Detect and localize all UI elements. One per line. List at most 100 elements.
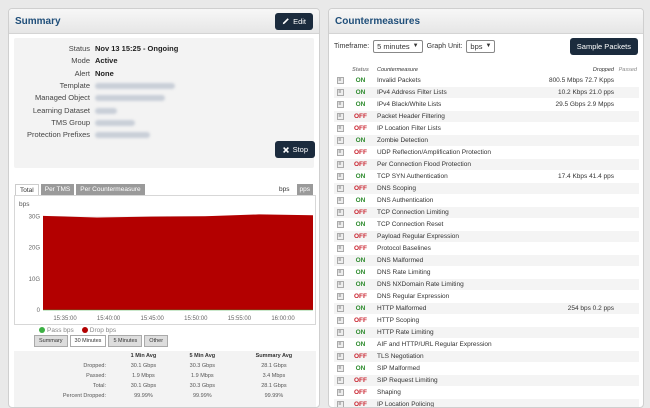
countermeasure-row[interactable]: ≡ ON TCP Connection Reset	[334, 219, 639, 231]
countermeasure-row[interactable]: ≡ OFF Packet Header Filtering	[334, 111, 639, 123]
countermeasure-row[interactable]: ≡ ON HTTP Rate Limiting	[334, 327, 639, 339]
countermeasure-row[interactable]: ≡ OFF TLS Negotiation	[334, 351, 639, 363]
range-button[interactable]: Other	[144, 335, 169, 347]
stop-button[interactable]: Stop	[274, 141, 315, 158]
status-badge[interactable]: ON	[346, 305, 375, 312]
expand-icon[interactable]: ≡	[336, 89, 344, 96]
countermeasure-row[interactable]: ≡ OFF HTTP Scoping	[334, 315, 639, 327]
countermeasure-row[interactable]: ≡ OFF Protocol Baselines	[334, 243, 639, 255]
expand-icon[interactable]: ≡	[336, 257, 344, 264]
countermeasure-row[interactable]: ≡ OFF IP Location Policing	[334, 399, 639, 407]
countermeasure-row[interactable]: ≡ ON DNS NXDomain Rate Limiting	[334, 279, 639, 291]
expand-icon[interactable]: ≡	[336, 377, 344, 384]
expand-icon[interactable]: ≡	[336, 233, 344, 240]
expand-icon[interactable]: ≡	[336, 101, 344, 108]
status-badge[interactable]: ON	[346, 341, 375, 348]
countermeasure-row[interactable]: ≡ OFF Per Connection Flood Protection	[334, 159, 639, 171]
expand-icon[interactable]: ≡	[336, 209, 344, 216]
status-badge[interactable]: OFF	[346, 245, 375, 252]
countermeasure-row[interactable]: ≡ ON IPv4 Address Filter Lists 10.2 Kbps 21…	[334, 87, 639, 99]
countermeasure-row[interactable]: ≡ ON Invalid Packets 800.5 Mbps 72.7 Kpps	[334, 75, 639, 87]
expand-icon[interactable]: ≡	[336, 329, 344, 336]
status-badge[interactable]: OFF	[346, 389, 375, 396]
status-badge[interactable]: ON	[346, 257, 375, 264]
status-badge[interactable]: OFF	[346, 113, 375, 120]
expand-icon[interactable]: ≡	[336, 353, 344, 360]
expand-icon[interactable]: ≡	[336, 149, 344, 156]
expand-icon[interactable]: ≡	[336, 185, 344, 192]
countermeasure-name: SIP Request Limiting	[377, 377, 438, 384]
graph-unit-select[interactable]: bps ▼	[466, 39, 496, 53]
expand-icon[interactable]: ≡	[336, 137, 344, 144]
countermeasure-row[interactable]: ≡ ON SIP Malformed	[334, 363, 639, 375]
status-badge[interactable]: OFF	[346, 161, 375, 168]
unit-tab[interactable]: bps	[276, 184, 292, 195]
timeframe-select[interactable]: 5 minutes ▼	[373, 39, 423, 53]
stats-cell: 30.1 Gbps	[130, 363, 157, 369]
status-badge[interactable]: ON	[346, 329, 375, 336]
countermeasure-row[interactable]: ≡ OFF TCP Connection Limiting	[334, 207, 639, 219]
status-badge[interactable]: ON	[346, 89, 375, 96]
legend-item[interactable]: Pass bps	[39, 327, 74, 334]
status-badge[interactable]: ON	[346, 173, 375, 180]
countermeasure-row[interactable]: ≡ ON DNS Authentication	[334, 195, 639, 207]
expand-icon[interactable]: ≡	[336, 389, 344, 396]
legend-item[interactable]: Drop bps	[81, 327, 116, 334]
countermeasure-row[interactable]: ≡ OFF IP Location Filter Lists	[334, 123, 639, 135]
countermeasure-row[interactable]: ≡ ON Zombie Detection	[334, 135, 639, 147]
status-badge[interactable]: ON	[346, 365, 375, 372]
status-badge[interactable]: ON	[346, 77, 375, 84]
expand-icon[interactable]: ≡	[336, 245, 344, 252]
countermeasure-row[interactable]: ≡ OFF DNS Regular Expression	[334, 291, 639, 303]
stats-cell: 3.4 Mbps	[262, 373, 286, 379]
expand-icon[interactable]: ≡	[336, 341, 344, 348]
status-badge[interactable]: ON	[346, 101, 375, 108]
expand-icon[interactable]: ≡	[336, 197, 344, 204]
countermeasure-row[interactable]: ≡ OFF Payload Regular Expression	[334, 231, 639, 243]
countermeasure-row[interactable]: ≡ ON DNS Malformed	[334, 255, 639, 267]
expand-icon[interactable]: ≡	[336, 293, 344, 300]
status-badge[interactable]: ON	[346, 281, 375, 288]
status-badge[interactable]: OFF	[346, 317, 375, 324]
range-button[interactable]: Summary	[34, 335, 68, 347]
expand-icon[interactable]: ≡	[336, 125, 344, 132]
status-badge[interactable]: OFF	[346, 293, 375, 300]
x-tick-label: 15:35:00	[53, 316, 77, 322]
countermeasure-row[interactable]: ≡ ON DNS Rate Limiting	[334, 267, 639, 279]
expand-icon[interactable]: ≡	[336, 269, 344, 276]
expand-icon[interactable]: ≡	[336, 221, 344, 228]
range-button[interactable]: 5 Minutes	[108, 335, 143, 347]
countermeasure-row[interactable]: ≡ ON HTTP Malformed 254 bps 0.2 pps	[334, 303, 639, 315]
expand-icon[interactable]: ≡	[336, 365, 344, 372]
countermeasure-row[interactable]: ≡ ON TCP SYN Authentication 17.4 Kbps 41.4 …	[334, 171, 639, 183]
status-badge[interactable]: ON	[346, 197, 375, 204]
status-badge[interactable]: OFF	[346, 149, 375, 156]
status-badge[interactable]: ON	[346, 137, 375, 144]
status-badge[interactable]: ON	[346, 269, 375, 276]
status-badge[interactable]: OFF	[346, 353, 375, 360]
expand-icon[interactable]: ≡	[336, 281, 344, 288]
expand-icon[interactable]: ≡	[336, 113, 344, 120]
range-button[interactable]: 30 Minutes	[69, 335, 107, 347]
expand-icon[interactable]: ≡	[336, 173, 344, 180]
countermeasure-row[interactable]: ≡ ON AIF and HTTP/URL Regular Expression	[334, 339, 639, 351]
countermeasure-row[interactable]: ≡ ON IPv4 Black/White Lists 29.5 Gbps 2.9 M…	[334, 99, 639, 111]
status-badge[interactable]: OFF	[346, 233, 375, 240]
countermeasure-row[interactable]: ≡ OFF Shaping	[334, 387, 639, 399]
edit-button[interactable]: Edit	[275, 12, 313, 30]
status-badge[interactable]: OFF	[346, 209, 375, 216]
countermeasure-row[interactable]: ≡ OFF SIP Request Limiting	[334, 375, 639, 387]
expand-icon[interactable]: ≡	[336, 305, 344, 312]
sample-packets-button[interactable]: Sample Packets	[569, 37, 638, 55]
status-badge[interactable]: ON	[346, 221, 375, 228]
countermeasure-row[interactable]: ≡ OFF UDP Reflection/Amplification Protect…	[334, 147, 639, 159]
countermeasure-row[interactable]: ≡ OFF DNS Scoping	[334, 183, 639, 195]
unit-tab[interactable]: pps	[296, 184, 313, 195]
expand-icon[interactable]: ≡	[336, 317, 344, 324]
status-badge[interactable]: OFF	[346, 377, 375, 384]
status-badge[interactable]: OFF	[346, 125, 375, 132]
expand-icon[interactable]: ≡	[336, 77, 344, 84]
expand-icon[interactable]: ≡	[336, 161, 344, 168]
status-badge[interactable]: OFF	[346, 185, 375, 192]
summary-field: Template	[14, 81, 314, 90]
